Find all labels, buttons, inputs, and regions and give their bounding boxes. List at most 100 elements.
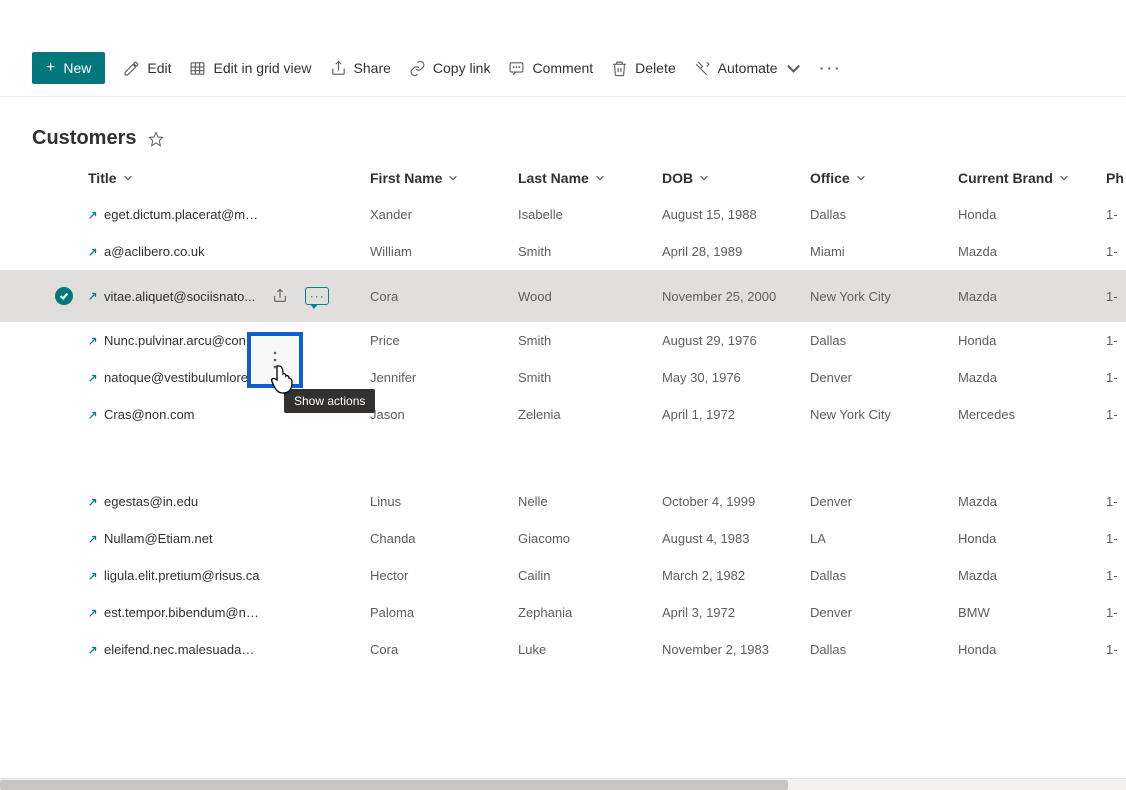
command-toolbar: + New Edit Edit in grid view Share Copy … <box>0 40 1126 97</box>
cell-first: Cora <box>370 289 518 304</box>
cell-dob: August 29, 1976 <box>662 333 810 348</box>
table-row[interactable]: eleifend.nec.malesuada@atrisus.caCoraLuk… <box>0 631 1126 668</box>
cell-dob: August 4, 1983 <box>662 531 810 546</box>
horizontal-scrollbar[interactable] <box>0 778 1126 790</box>
cell-brand: Mazda <box>958 244 1106 259</box>
cell-last: Isabelle <box>518 207 662 222</box>
cell-phone: 1- <box>1106 244 1126 259</box>
comment-button[interactable]: Comment <box>508 60 593 77</box>
cell-phone: 1- <box>1106 407 1126 422</box>
favorite-star-icon[interactable] <box>148 131 164 147</box>
cell-office: Dallas <box>810 568 958 583</box>
column-header-row: Title First Name Last Name DOB Office Cu… <box>0 160 1126 196</box>
delete-button[interactable]: Delete <box>611 60 675 77</box>
item-link-icon <box>88 336 98 346</box>
row-title-cell[interactable]: vitae.aliquet@sociisnato... ··· <box>88 281 370 311</box>
cell-brand: Honda <box>958 531 1106 546</box>
column-header-first-name[interactable]: First Name <box>370 170 518 186</box>
cell-brand: Mercedes <box>958 407 1106 422</box>
row-title-cell[interactable]: est.tempor.bibendum@neccursusa.com <box>88 605 370 620</box>
table-row[interactable]: Cras@non.comJasonZeleniaApril 1, 1972New… <box>0 396 1126 433</box>
table-row[interactable]: est.tempor.bibendum@neccursusa.comPaloma… <box>0 594 1126 631</box>
share-label: Share <box>354 60 391 76</box>
cell-phone: 1- <box>1106 531 1126 546</box>
cell-last: Smith <box>518 333 662 348</box>
item-link-icon <box>88 645 98 655</box>
table-row[interactable]: natoque@vestibulumlorem.eduJenniferSmith… <box>0 359 1126 396</box>
new-button-label: New <box>63 60 91 76</box>
share-row-button[interactable] <box>265 281 295 311</box>
table-row[interactable]: Nullam@Etiam.netChandaGiacomoAugust 4, 1… <box>0 520 1126 557</box>
cell-last: Smith <box>518 370 662 385</box>
cell-office: Dallas <box>810 642 958 657</box>
cell-office: Dallas <box>810 207 958 222</box>
row-title-text: ligula.elit.pretium@risus.ca <box>104 568 260 583</box>
row-title-cell[interactable]: Nunc.pulvinar.arcu@conubianos... <box>88 333 370 348</box>
table-row[interactable]: ligula.elit.pretium@risus.caHectorCailin… <box>0 557 1126 594</box>
table-row[interactable]: egestas@in.eduLinusNelleOctober 4, 1999D… <box>0 483 1126 520</box>
copy-link-button[interactable]: Copy link <box>409 60 491 77</box>
cell-dob: November 25, 2000 <box>662 289 810 304</box>
tooltip-show-actions: Show actions <box>284 389 375 413</box>
item-link-icon <box>88 534 98 544</box>
cell-office: New York City <box>810 289 958 304</box>
row-title-cell[interactable]: natoque@vestibulumlorem.edu <box>88 370 370 385</box>
comment-label: Comment <box>532 60 593 76</box>
cell-last: Cailin <box>518 568 662 583</box>
column-header-title[interactable]: Title <box>88 170 370 186</box>
automate-label: Automate <box>718 60 778 76</box>
row-title-text: natoque@vestibulumlorem.edu <box>104 370 264 385</box>
share-button[interactable]: Share <box>330 60 391 77</box>
row-select-cell[interactable] <box>40 287 88 305</box>
row-actions: ··· <box>265 281 329 311</box>
cell-first: Paloma <box>370 605 518 620</box>
row-comment-button[interactable]: ··· <box>305 287 329 305</box>
cell-last: Luke <box>518 642 662 657</box>
overflow-menu[interactable]: ··· <box>820 60 843 76</box>
column-header-dob[interactable]: DOB <box>662 170 810 186</box>
cell-brand: Honda <box>958 333 1106 348</box>
column-header-current-brand[interactable]: Current Brand <box>958 170 1106 186</box>
cell-brand: Honda <box>958 207 1106 222</box>
table-row[interactable]: vitae.aliquet@sociisnato...···CoraWoodNo… <box>0 270 1126 322</box>
item-link-icon <box>88 608 98 618</box>
row-title-text: a@aclibero.co.uk <box>104 244 205 259</box>
table-row[interactable]: Nunc.pulvinar.arcu@conubianos...PriceSmi… <box>0 322 1126 359</box>
cell-last: Zelenia <box>518 407 662 422</box>
row-title-cell[interactable]: a@aclibero.co.uk <box>88 244 370 259</box>
scrollbar-thumb[interactable] <box>0 780 788 790</box>
cell-brand: Honda <box>958 642 1106 657</box>
cell-brand: Mazda <box>958 494 1106 509</box>
table-row[interactable]: eget.dictum.placerat@mattis.caXanderIsab… <box>0 196 1126 233</box>
cell-last: Nelle <box>518 494 662 509</box>
column-header-office[interactable]: Office <box>810 170 958 186</box>
row-title-cell[interactable]: ligula.elit.pretium@risus.ca <box>88 568 370 583</box>
cell-phone: 1- <box>1106 289 1126 304</box>
cell-brand: BMW <box>958 605 1106 620</box>
item-link-icon <box>88 247 98 257</box>
row-title-cell[interactable]: Nullam@Etiam.net <box>88 531 370 546</box>
cell-office: LA <box>810 531 958 546</box>
automate-button[interactable]: Automate <box>694 60 802 77</box>
column-header-phone[interactable]: Ph <box>1106 170 1126 186</box>
row-title-text: eget.dictum.placerat@mattis.ca <box>104 207 264 222</box>
edit-button[interactable]: Edit <box>123 60 171 77</box>
cell-dob: March 2, 1982 <box>662 568 810 583</box>
row-title-cell[interactable]: eget.dictum.placerat@mattis.ca <box>88 207 370 222</box>
comment-icon <box>508 60 525 77</box>
table-row[interactable]: a@aclibero.co.ukWilliamSmithApril 28, 19… <box>0 233 1126 270</box>
new-button[interactable]: + New <box>32 52 105 84</box>
column-header-last-name[interactable]: Last Name <box>518 170 662 186</box>
cell-phone: 1- <box>1106 642 1126 657</box>
page-header: Customers <box>0 97 1126 160</box>
grid-edit-button[interactable]: Edit in grid view <box>189 60 311 77</box>
row-title-cell[interactable]: egestas@in.edu <box>88 494 370 509</box>
cell-office: New York City <box>810 407 958 422</box>
cell-office: Miami <box>810 244 958 259</box>
chevron-down-icon <box>785 60 802 77</box>
row-title-text: vitae.aliquet@sociisnato... <box>104 289 255 304</box>
cell-office: Denver <box>810 605 958 620</box>
row-title-cell[interactable]: eleifend.nec.malesuada@atrisus.ca <box>88 642 370 657</box>
chevron-down-icon <box>1059 173 1069 183</box>
grid-icon <box>189 60 206 77</box>
